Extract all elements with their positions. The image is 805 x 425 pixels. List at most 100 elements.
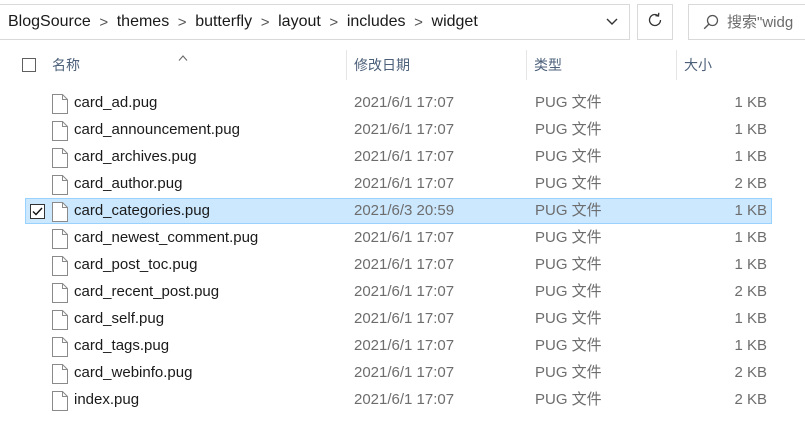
file-row[interactable]: card_newest_comment.pug 2021/6/1 17:07 PUG… — [25, 225, 772, 251]
file-name[interactable]: card_webinfo.pug — [74, 361, 192, 385]
file-modified-date: 2021/6/1 17:07 — [354, 391, 455, 408]
file-row[interactable]: card_recent_post.pug 2021/6/1 17:07 PUG 文件… — [25, 279, 772, 305]
breadcrumb-separator-icon[interactable]: > — [254, 14, 276, 31]
file-icon — [52, 256, 68, 280]
file-size: 1 KB — [734, 94, 767, 111]
file-row[interactable]: card_post_toc.pug 2021/6/1 17:07 PUG 文件 1 K… — [25, 252, 772, 278]
column-header-date[interactable]: 修改日期 — [354, 46, 410, 84]
breadcrumb-separator-icon[interactable]: > — [323, 14, 345, 31]
chevron-down-icon — [606, 13, 618, 31]
file-type: PUG 文件 — [535, 202, 602, 219]
file-name[interactable]: card_categories.pug — [74, 199, 210, 223]
file-icon — [52, 283, 68, 307]
file-type: PUG 文件 — [535, 121, 602, 138]
breadcrumb-item[interactable]: themes — [115, 13, 171, 31]
file-name[interactable]: card_author.pug — [74, 172, 182, 196]
file-icon — [52, 202, 68, 226]
file-icon — [52, 121, 68, 145]
refresh-button[interactable] — [637, 4, 673, 40]
file-row[interactable]: card_archives.pug 2021/6/1 17:07 PUG 文件 1 K… — [25, 144, 772, 170]
file-row[interactable]: card_ad.pug 2021/6/1 17:07 PUG 文件 1 KB — [25, 90, 772, 116]
file-icon — [52, 310, 68, 334]
file-name[interactable]: card_newest_comment.pug — [74, 226, 258, 250]
file-type: PUG 文件 — [535, 283, 602, 300]
file-modified-date: 2021/6/1 17:07 — [354, 256, 455, 273]
column-header-name-label: 名称 — [52, 57, 80, 73]
column-header-name[interactable]: 名称 — [52, 46, 80, 84]
column-header-size[interactable]: 大小 — [684, 46, 712, 84]
breadcrumb-item[interactable]: includes — [345, 13, 408, 31]
column-header-date-label: 修改日期 — [354, 57, 410, 73]
file-modified-date: 2021/6/1 17:07 — [354, 229, 455, 246]
file-size: 1 KB — [734, 337, 767, 354]
column-header-type[interactable]: 类型 — [534, 46, 562, 84]
breadcrumb-item[interactable]: BlogSource — [0, 13, 93, 31]
file-name[interactable]: card_tags.pug — [74, 334, 169, 358]
file-modified-date: 2021/6/1 17:07 — [354, 364, 455, 381]
search-input[interactable] — [727, 13, 805, 31]
file-row[interactable]: index.pug 2021/6/1 17:07 PUG 文件 2 KB — [25, 387, 772, 413]
search-box[interactable] — [688, 4, 805, 40]
file-icon — [52, 148, 68, 172]
file-size: 2 KB — [734, 391, 767, 408]
file-type: PUG 文件 — [535, 337, 602, 354]
file-size: 1 KB — [734, 202, 767, 219]
search-icon — [699, 14, 723, 30]
file-row[interactable]: card_announcement.pug 2021/6/1 17:07 PUG 文… — [25, 117, 772, 143]
row-checkbox[interactable] — [30, 204, 45, 219]
column-divider[interactable] — [346, 50, 347, 80]
file-size: 2 KB — [734, 364, 767, 381]
file-name[interactable]: card_ad.pug — [74, 91, 157, 115]
file-type: PUG 文件 — [535, 175, 602, 192]
file-row[interactable]: card_author.pug 2021/6/1 17:07 PUG 文件 2 KB — [25, 171, 772, 197]
address-history-button[interactable] — [595, 5, 629, 39]
file-modified-date: 2021/6/1 17:07 — [354, 175, 455, 192]
file-icon — [52, 391, 68, 415]
column-divider[interactable] — [676, 50, 677, 80]
select-all-checkbox[interactable] — [22, 58, 36, 72]
file-modified-date: 2021/6/1 17:07 — [354, 337, 455, 354]
file-icon — [52, 337, 68, 361]
file-modified-date: 2021/6/1 17:07 — [354, 94, 455, 111]
file-type: PUG 文件 — [535, 94, 602, 111]
file-modified-date: 2021/6/1 17:07 — [354, 148, 455, 165]
file-name[interactable]: index.pug — [74, 388, 139, 412]
breadcrumb-separator-icon[interactable]: > — [93, 14, 115, 31]
file-type: PUG 文件 — [535, 148, 602, 165]
file-icon — [52, 364, 68, 388]
file-name[interactable]: card_recent_post.pug — [74, 280, 219, 304]
file-row[interactable]: card_tags.pug 2021/6/1 17:07 PUG 文件 1 KB — [25, 333, 772, 359]
file-name[interactable]: card_announcement.pug — [74, 118, 240, 142]
file-icon — [52, 229, 68, 253]
breadcrumb-item[interactable]: layout — [276, 13, 323, 31]
file-row[interactable]: card_self.pug 2021/6/1 17:07 PUG 文件 1 KB — [25, 306, 772, 332]
file-size: 1 KB — [734, 121, 767, 138]
file-type: PUG 文件 — [535, 229, 602, 246]
file-icon — [52, 175, 68, 199]
file-name[interactable]: card_post_toc.pug — [74, 253, 197, 277]
file-name[interactable]: card_archives.pug — [74, 145, 197, 169]
breadcrumb: BlogSource > themes > butterfly > layout > inclu… — [0, 5, 480, 39]
file-modified-date: 2021/6/3 20:59 — [354, 202, 455, 219]
address-bar[interactable]: BlogSource > themes > butterfly > layout > inclu… — [0, 4, 630, 40]
file-size: 2 KB — [734, 283, 767, 300]
file-size: 1 KB — [734, 256, 767, 273]
file-row[interactable]: card_categories.pug 2021/6/3 20:59 PUG 文件 1… — [25, 198, 772, 224]
column-divider[interactable] — [526, 50, 527, 80]
breadcrumb-separator-icon[interactable]: > — [408, 14, 430, 31]
file-type: PUG 文件 — [535, 256, 602, 273]
breadcrumb-item[interactable]: widget — [430, 13, 480, 31]
file-name[interactable]: card_self.pug — [74, 307, 164, 331]
breadcrumb-item[interactable]: butterfly — [193, 13, 254, 31]
sort-ascending-icon — [178, 48, 188, 64]
breadcrumb-separator-icon[interactable]: > — [171, 14, 193, 31]
column-header-type-label: 类型 — [534, 57, 562, 73]
file-icon — [52, 94, 68, 118]
file-size: 1 KB — [734, 310, 767, 327]
file-type: PUG 文件 — [535, 364, 602, 381]
navigation-bar: BlogSource > themes > butterfly > layout > inclu… — [0, 0, 805, 44]
file-modified-date: 2021/6/1 17:07 — [354, 283, 455, 300]
file-type: PUG 文件 — [535, 391, 602, 408]
file-type: PUG 文件 — [535, 310, 602, 327]
file-row[interactable]: card_webinfo.pug 2021/6/1 17:07 PUG 文件 2 KB — [25, 360, 772, 386]
